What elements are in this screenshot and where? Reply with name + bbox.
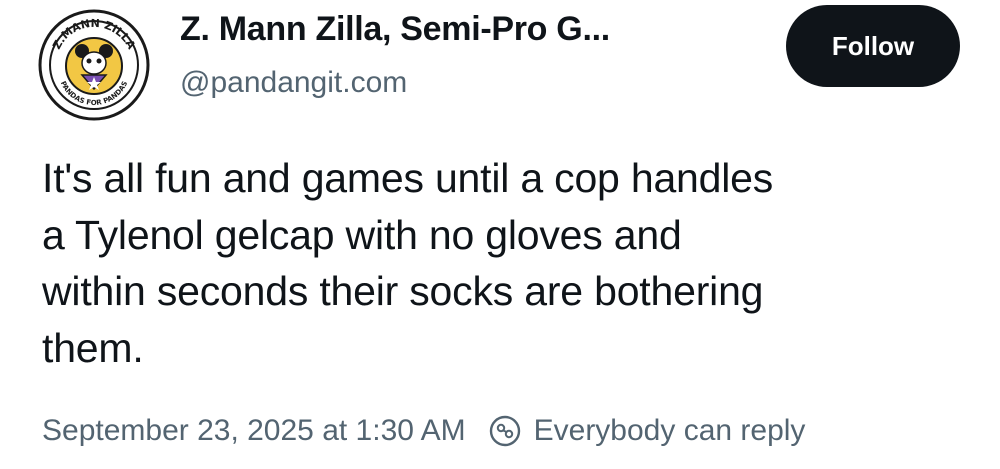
author-handle[interactable]: @pandangit.com bbox=[180, 66, 407, 100]
author-display-name[interactable]: Z. Mann Zilla, Semi-Pro G... bbox=[180, 10, 610, 49]
post-text-line: a Tylenol gelcap with no gloves and bbox=[42, 211, 682, 258]
post-text-line: within seconds their socks are bothering bbox=[42, 268, 764, 314]
follow-button[interactable]: Follow bbox=[786, 5, 960, 87]
reply-setting[interactable]: Everybody can reply bbox=[488, 414, 806, 448]
post-text-line: them. bbox=[42, 324, 144, 371]
mascot-badge-avatar-icon: Z.MANN ZILLA PANDAS FOR PANDAS bbox=[38, 9, 150, 121]
post-text: It's all fun and games until a cop handl… bbox=[42, 150, 982, 376]
post-metadata: September 23, 2025 at 1:30 AM Everybody … bbox=[42, 414, 805, 448]
avatar[interactable]: Z.MANN ZILLA PANDAS FOR PANDAS bbox=[38, 9, 150, 121]
reply-setting-label: Everybody can reply bbox=[533, 414, 806, 447]
post-text-line: It's all fun and games until a cop handl… bbox=[42, 155, 774, 201]
reply-restriction-icon bbox=[489, 415, 520, 447]
post-timestamp[interactable]: September 23, 2025 at 1:30 AM bbox=[42, 414, 466, 448]
